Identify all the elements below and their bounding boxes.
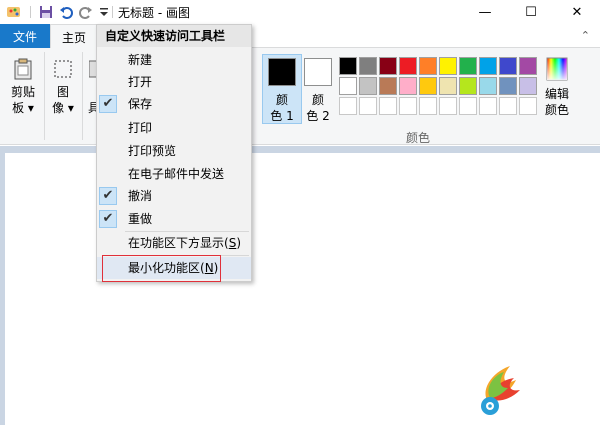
palette-swatch[interactable] bbox=[499, 77, 517, 95]
palette-swatch[interactable] bbox=[499, 57, 517, 75]
palette-swatch[interactable] bbox=[519, 57, 537, 75]
color1-button[interactable]: 颜 色 1 bbox=[262, 54, 302, 124]
show-below-end: ) bbox=[236, 236, 241, 250]
clipboard-label-1: 剪贴 bbox=[10, 85, 35, 99]
menu-item-label: 在电子邮件中发送 bbox=[128, 167, 225, 181]
checkmark-icon: ✔ bbox=[99, 95, 117, 113]
minimize-button[interactable]: — bbox=[462, 0, 508, 24]
maximize-button[interactable]: ☐ bbox=[508, 0, 554, 24]
tab-file[interactable]: 文件 bbox=[0, 24, 50, 48]
image-label-2: 像 ▾ bbox=[52, 101, 74, 115]
palette-swatch[interactable] bbox=[499, 97, 517, 115]
paint-app-icon[interactable] bbox=[6, 4, 22, 20]
menu-item-send-email[interactable]: 在电子邮件中发送 bbox=[97, 163, 251, 185]
highlight-annotation-box bbox=[102, 255, 221, 282]
checkmark-icon: ✔ bbox=[99, 187, 117, 205]
palette-swatch[interactable] bbox=[419, 57, 437, 75]
palette-swatch[interactable] bbox=[399, 77, 417, 95]
edit-colors-label-1: 编辑 bbox=[544, 87, 569, 101]
customize-dropdown-icon[interactable] bbox=[96, 4, 112, 20]
checkmark-icon: ✔ bbox=[99, 210, 117, 228]
customize-qat-menu: 自定义快速访问工具栏 新建 打开 ✔ 保存 打印 打印预览 在电子邮件中发送 ✔… bbox=[96, 24, 252, 282]
menu-item-redo[interactable]: ✔ 重做 bbox=[97, 208, 251, 230]
color1-label-2: 色 1 bbox=[270, 109, 294, 123]
redo-icon[interactable] bbox=[78, 4, 94, 20]
palette-swatch[interactable] bbox=[419, 97, 437, 115]
close-button[interactable]: ✕ bbox=[554, 0, 600, 24]
ribbon-collapse-icon[interactable]: ⌃ bbox=[581, 29, 590, 42]
palette-swatch[interactable] bbox=[439, 57, 457, 75]
palette-swatch[interactable] bbox=[519, 77, 537, 95]
palette-swatch[interactable] bbox=[479, 97, 497, 115]
color2-label-2: 色 2 bbox=[306, 109, 330, 123]
image-label-1: 图 bbox=[56, 85, 69, 99]
palette-swatch[interactable] bbox=[459, 77, 477, 95]
menu-item-label: 保存 bbox=[128, 97, 153, 111]
title-bar: 无标题 - 画图 — ☐ ✕ bbox=[0, 0, 600, 24]
tab-home[interactable]: 主页 bbox=[50, 24, 98, 49]
clipboard-icon bbox=[12, 58, 34, 80]
watermark-logo-icon bbox=[470, 360, 530, 420]
undo-icon[interactable] bbox=[58, 4, 74, 20]
menu-item-print-preview[interactable]: 打印预览 bbox=[97, 140, 251, 162]
menu-item-label: 重做 bbox=[128, 212, 153, 226]
palette-swatch[interactable] bbox=[459, 57, 477, 75]
color2-swatch bbox=[304, 58, 332, 86]
menu-item-label: 打印 bbox=[128, 121, 153, 135]
menu-item-save[interactable]: ✔ 保存 bbox=[97, 93, 251, 115]
show-below-text: 在功能区下方显示( bbox=[128, 236, 229, 250]
menu-item-label: 打印预览 bbox=[128, 144, 177, 158]
palette-swatch[interactable] bbox=[379, 57, 397, 75]
window-title: 无标题 - 画图 bbox=[118, 6, 190, 20]
menu-item-show-below-ribbon[interactable]: 在功能区下方显示(S) bbox=[97, 232, 251, 254]
menu-item-label: 新建 bbox=[128, 53, 153, 67]
image-button[interactable]: 图 像 ▾ bbox=[48, 58, 78, 116]
menu-item-open[interactable]: 打开 bbox=[97, 71, 251, 93]
qat-separator bbox=[30, 6, 31, 18]
palette-swatch[interactable] bbox=[339, 77, 357, 95]
palette-swatch[interactable] bbox=[399, 97, 417, 115]
menu-header: 自定义快速访问工具栏 bbox=[97, 25, 251, 47]
color1-swatch bbox=[268, 58, 296, 86]
color1-label-1: 颜 bbox=[275, 93, 288, 107]
palette-swatch[interactable] bbox=[479, 57, 497, 75]
palette-swatch[interactable] bbox=[339, 57, 357, 75]
palette-swatch[interactable] bbox=[379, 77, 397, 95]
palette-swatch[interactable] bbox=[359, 77, 377, 95]
menu-item-undo[interactable]: ✔ 撤消 bbox=[97, 185, 251, 207]
menu-item-label: 打开 bbox=[128, 75, 153, 89]
color-palette bbox=[338, 56, 538, 116]
palette-swatch[interactable] bbox=[519, 97, 537, 115]
palette-swatch[interactable] bbox=[479, 77, 497, 95]
edit-colors-button[interactable]: 编辑 颜色 bbox=[540, 56, 574, 118]
select-icon bbox=[52, 58, 74, 80]
palette-swatch[interactable] bbox=[459, 97, 477, 115]
ribbon-tabs: 文件 主页 ⌃ bbox=[0, 24, 600, 49]
menu-item-print[interactable]: 打印 bbox=[97, 117, 251, 139]
clipboard-label-2: 板 ▾ bbox=[12, 101, 34, 115]
title-separator bbox=[112, 6, 113, 18]
color2-button[interactable]: 颜 色 2 bbox=[298, 54, 338, 124]
menu-item-new[interactable]: 新建 bbox=[97, 49, 251, 71]
palette-swatch[interactable] bbox=[419, 77, 437, 95]
palette-swatch[interactable] bbox=[439, 97, 457, 115]
save-icon[interactable] bbox=[38, 4, 54, 20]
edit-colors-label-2: 颜色 bbox=[544, 103, 569, 117]
ribbon-separator bbox=[82, 52, 83, 140]
palette-swatch[interactable] bbox=[379, 97, 397, 115]
palette-swatch[interactable] bbox=[439, 77, 457, 95]
palette-swatch[interactable] bbox=[339, 97, 357, 115]
ribbon-separator bbox=[44, 52, 45, 140]
palette-swatch[interactable] bbox=[399, 57, 417, 75]
color-spectrum-icon bbox=[545, 56, 569, 82]
palette-swatch[interactable] bbox=[359, 57, 377, 75]
menu-item-label: 撤消 bbox=[128, 189, 153, 203]
colors-group-label: 颜色 bbox=[406, 131, 431, 145]
palette-swatch[interactable] bbox=[359, 97, 377, 115]
color2-label-1: 颜 bbox=[311, 93, 324, 107]
clipboard-button[interactable]: 剪贴 板 ▾ bbox=[6, 58, 40, 116]
